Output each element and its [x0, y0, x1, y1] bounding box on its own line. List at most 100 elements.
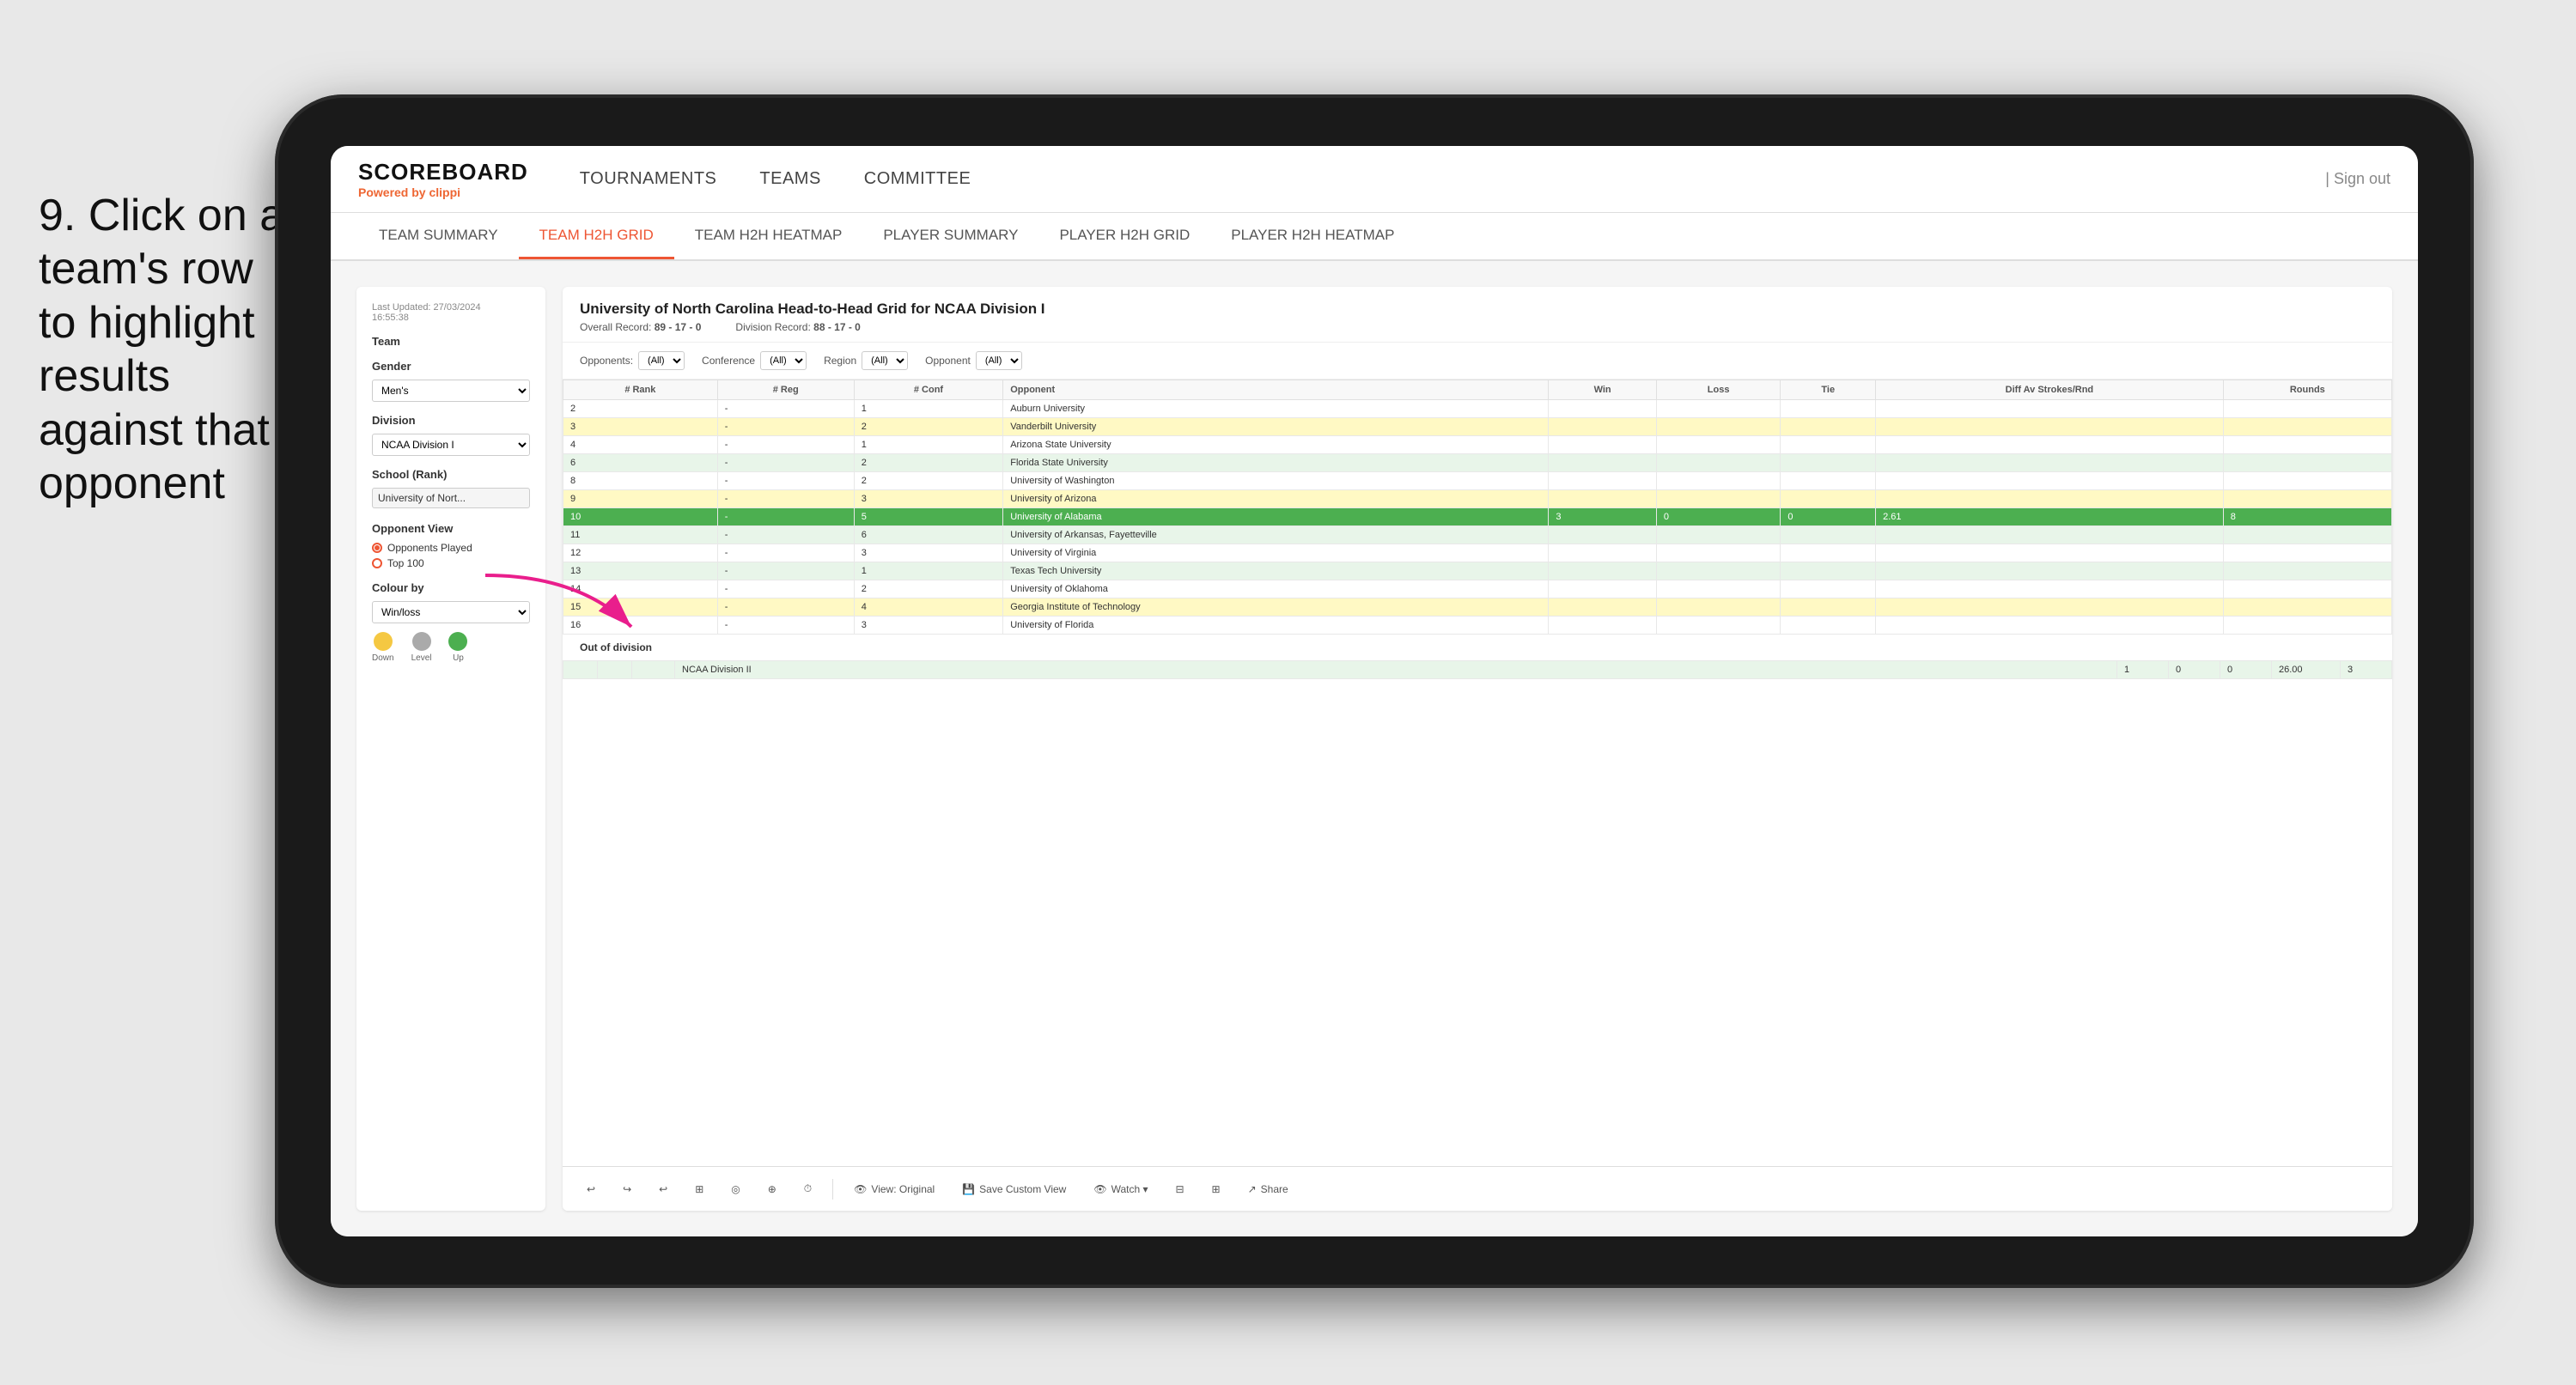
cell-win [1549, 418, 1656, 436]
tab-team-h2h-heatmap[interactable]: TEAM H2H HEATMAP [674, 213, 863, 259]
cell-opponent: Auburn University [1003, 400, 1549, 418]
toolbar-icon5[interactable]: ⊞ [1205, 1180, 1227, 1199]
cell-reg: - [717, 508, 854, 526]
cell-conf: 1 [854, 400, 1002, 418]
toolbar-icon3[interactable]: ⊕ [761, 1180, 783, 1199]
col-rank: # Rank [563, 380, 718, 400]
sign-out-link[interactable]: | Sign out [2325, 170, 2390, 188]
tab-player-h2h-heatmap[interactable]: PLAYER H2H HEATMAP [1210, 213, 1415, 259]
table-row[interactable]: 4-1Arizona State University [563, 436, 2392, 454]
cell-tie [1781, 436, 1876, 454]
view-original-btn[interactable]: 👁 View: Original [847, 1180, 941, 1199]
toolbar-clock[interactable]: ⏱ [797, 1179, 819, 1199]
tab-team-h2h-grid[interactable]: TEAM H2H GRID [519, 213, 674, 259]
tab-team-summary[interactable]: TEAM SUMMARY [358, 213, 519, 259]
table-row[interactable]: 11-6University of Arkansas, Fayetteville [563, 526, 2392, 544]
left-panel: Last Updated: 27/03/2024 16:55:38 Team G… [356, 287, 545, 1211]
conference-filter-select[interactable]: (All) [760, 351, 807, 370]
toolbar-undo[interactable]: ↩ [580, 1180, 602, 1199]
cell-win [1549, 617, 1656, 635]
cell-conf: 3 [854, 490, 1002, 508]
nav-links: TOURNAMENTS TEAMS COMMITTEE [580, 166, 2325, 192]
nav-teams[interactable]: TEAMS [759, 166, 820, 192]
cell-loss [1656, 562, 1781, 580]
timestamp: Last Updated: 27/03/2024 16:55:38 [372, 302, 530, 323]
table-row[interactable]: 16-3University of Florida [563, 617, 2392, 635]
table-row[interactable]: 13-1Texas Tech University [563, 562, 2392, 580]
cell-conf: 1 [854, 436, 1002, 454]
out-div-reg [598, 661, 632, 679]
region-filter-select[interactable]: (All) [862, 351, 908, 370]
cell-rank: 10 [563, 508, 718, 526]
cell-rounds [2223, 617, 2391, 635]
toolbar-icon1[interactable]: ⊞ [688, 1180, 710, 1199]
cell-loss [1656, 490, 1781, 508]
table-row[interactable]: 6-2Florida State University [563, 454, 2392, 472]
toolbar-undo2[interactable]: ↩ [652, 1180, 674, 1199]
table-row[interactable]: 8-2University of Washington [563, 472, 2392, 490]
cell-tie [1781, 490, 1876, 508]
toolbar-icon2[interactable]: ◎ [724, 1180, 746, 1199]
col-opponent: Opponent [1003, 380, 1549, 400]
toolbar-redo[interactable]: ↪ [616, 1180, 638, 1199]
cell-win [1549, 472, 1656, 490]
table-row[interactable]: 10-5University of Alabama3002.618 [563, 508, 2392, 526]
table-row[interactable]: 12-3University of Virginia [563, 544, 2392, 562]
filter-region: Region (All) [824, 351, 908, 370]
cell-diff [1876, 472, 2224, 490]
cell-rank: 9 [563, 490, 718, 508]
save-custom-view-btn[interactable]: 💾 Save Custom View [955, 1180, 1073, 1199]
tab-player-summary[interactable]: PLAYER SUMMARY [862, 213, 1038, 259]
cell-opponent: Florida State University [1003, 454, 1549, 472]
cell-conf: 3 [854, 544, 1002, 562]
bottom-toolbar: ↩ ↪ ↩ ⊞ ◎ ⊕ ⏱ 👁 View: Original 💾 Save Cu… [563, 1166, 2392, 1211]
cell-rank: 2 [563, 400, 718, 418]
cell-tie [1781, 598, 1876, 617]
colour-circle-up [448, 632, 467, 651]
table-row[interactable]: 15-4Georgia Institute of Technology [563, 598, 2392, 617]
cell-loss [1656, 580, 1781, 598]
cell-diff [1876, 580, 2224, 598]
radio-dot-top100 [372, 558, 382, 568]
grid-table-container: # Rank # Reg # Conf Opponent Win Loss Ti… [563, 380, 2392, 1166]
cell-conf: 5 [854, 508, 1002, 526]
share-btn[interactable]: ↗ Share [1241, 1180, 1295, 1199]
out-division-label: Out of division [563, 635, 2392, 660]
cell-rounds [2223, 544, 2391, 562]
gender-select[interactable]: Men's [372, 380, 530, 402]
cell-tie [1781, 400, 1876, 418]
table-row[interactable]: 14-2University of Oklahoma [563, 580, 2392, 598]
table-row[interactable]: 2-1Auburn University [563, 400, 2392, 418]
table-row[interactable]: 3-2Vanderbilt University [563, 418, 2392, 436]
table-row[interactable]: 9-3University of Arizona [563, 490, 2392, 508]
cell-loss [1656, 526, 1781, 544]
toolbar-icon4[interactable]: ⊟ [1168, 1180, 1191, 1199]
cell-tie: 0 [1781, 508, 1876, 526]
cell-reg: - [717, 454, 854, 472]
division-select[interactable]: NCAA Division I [372, 434, 530, 456]
out-div-rank [563, 661, 598, 679]
nav-committee[interactable]: COMMITTEE [864, 166, 971, 192]
col-conf: # Conf [854, 380, 1002, 400]
watch-btn[interactable]: 👁 Watch ▾ [1087, 1180, 1154, 1199]
out-div-rounds: 3 [2341, 661, 2392, 679]
opponent-filter-select[interactable]: (All) [976, 351, 1022, 370]
col-reg: # Reg [717, 380, 854, 400]
cell-rounds [2223, 526, 2391, 544]
cell-diff [1876, 418, 2224, 436]
radio-opponents-played[interactable]: Opponents Played [372, 542, 530, 554]
out-division-row[interactable]: NCAA Division II 1 0 0 26.00 3 [563, 661, 2392, 679]
cell-loss [1656, 472, 1781, 490]
cell-diff [1876, 617, 2224, 635]
brand: SCOREBOARD Powered by clippi [358, 159, 528, 199]
tab-player-h2h-grid[interactable]: PLAYER H2H GRID [1038, 213, 1210, 259]
cell-opponent: University of Alabama [1003, 508, 1549, 526]
grid-header: University of North Carolina Head-to-Hea… [563, 287, 2392, 343]
toolbar-separator [832, 1179, 833, 1200]
cell-rank: 6 [563, 454, 718, 472]
cell-diff [1876, 436, 2224, 454]
nav-tournaments[interactable]: TOURNAMENTS [580, 166, 717, 192]
cell-win [1549, 598, 1656, 617]
opponents-filter-select[interactable]: (All) [638, 351, 685, 370]
arrow-annotation [477, 567, 649, 653]
